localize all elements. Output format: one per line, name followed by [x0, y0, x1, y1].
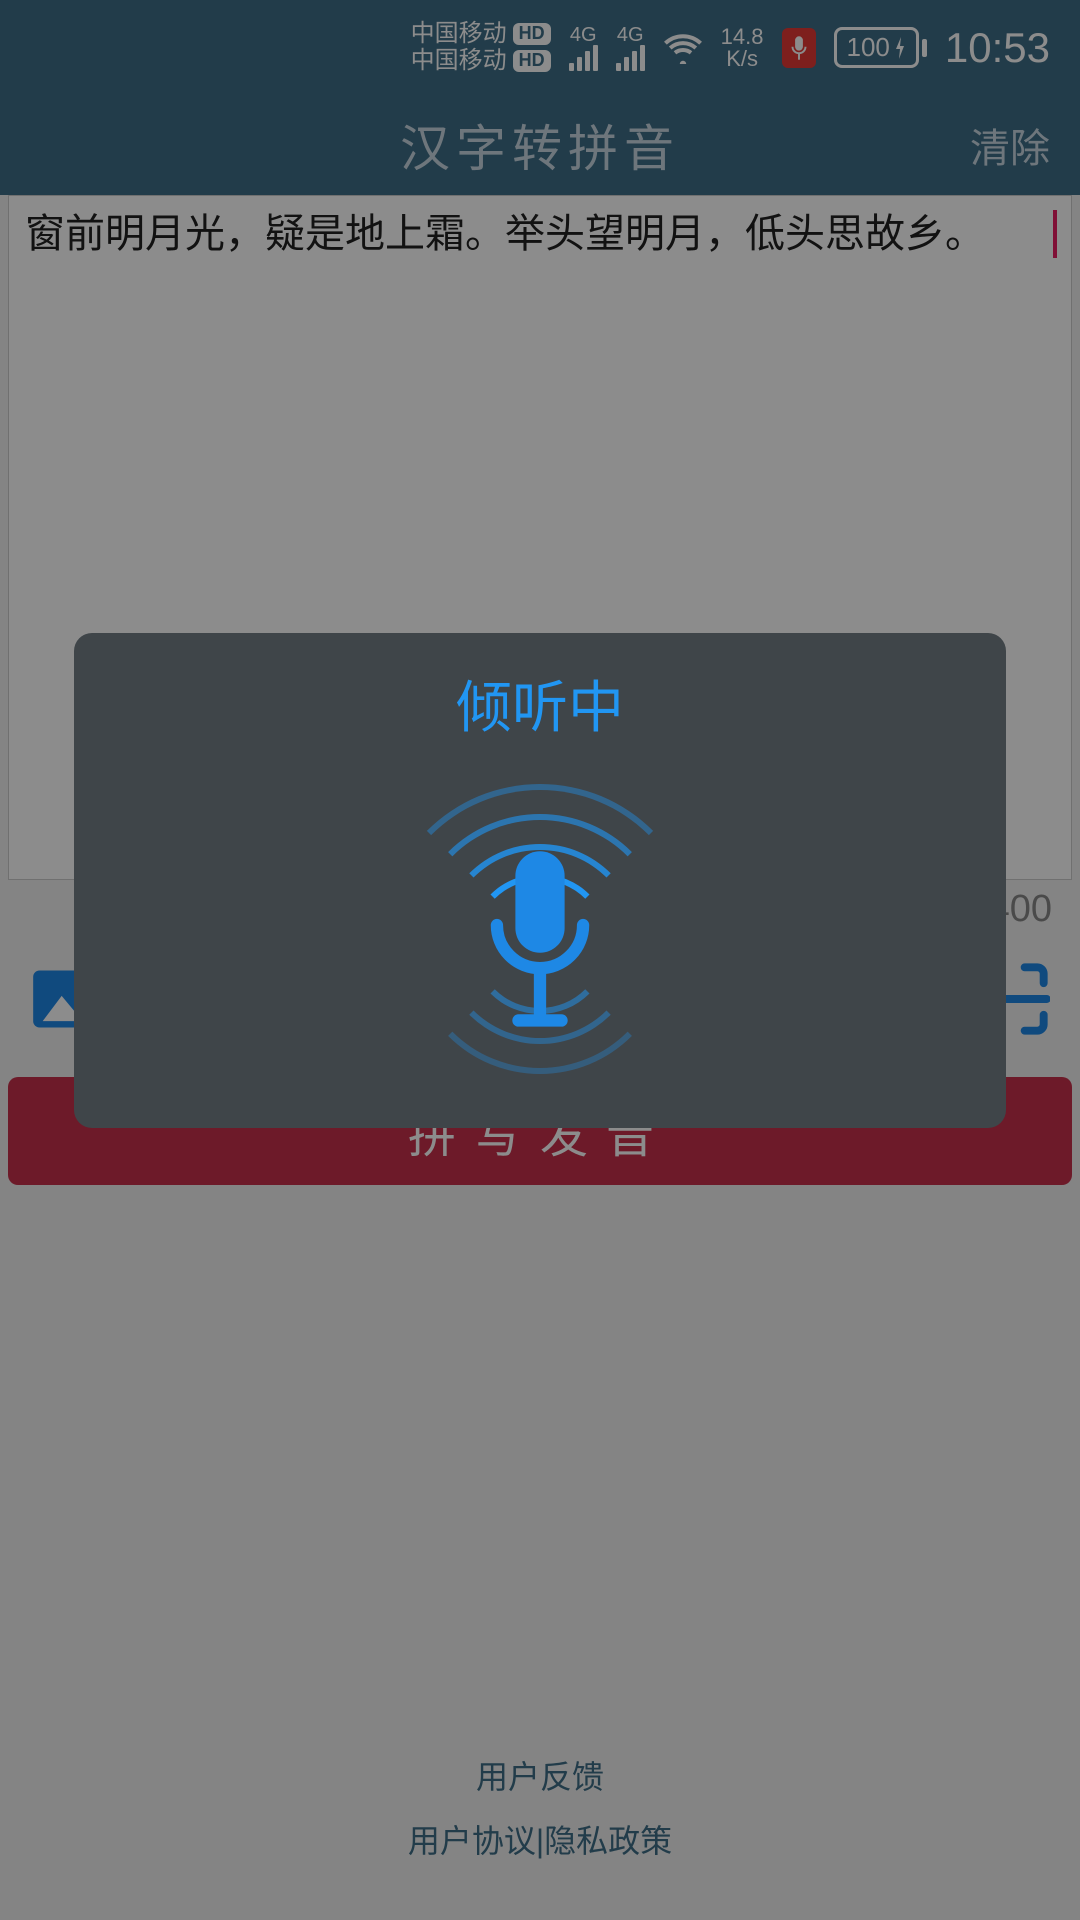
- dialog-title: 倾听中: [456, 663, 624, 744]
- mic-graphic[interactable]: [360, 764, 720, 1124]
- microphone-icon: [475, 842, 605, 1047]
- listening-dialog: 倾听中: [74, 633, 1006, 1128]
